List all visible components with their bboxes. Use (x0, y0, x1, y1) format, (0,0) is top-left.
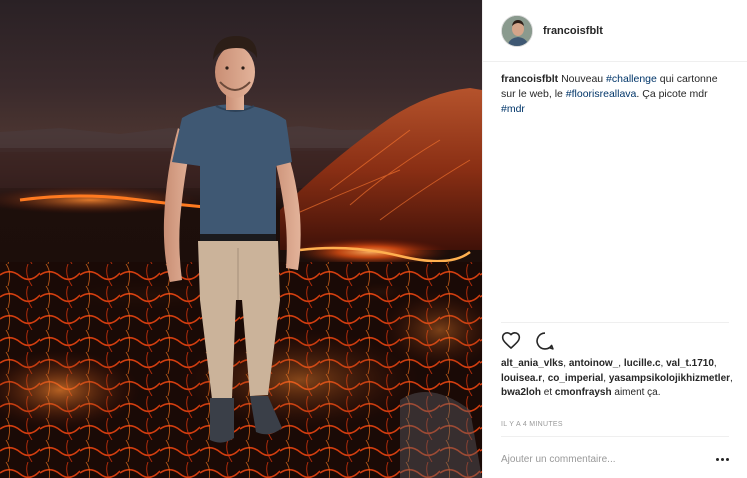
likes-suffix: aiment ça. (611, 387, 661, 398)
header-username[interactable]: francoisfblt (543, 25, 603, 37)
post-header: francoisfblt (483, 0, 747, 62)
hashtag-link[interactable]: #challenge (606, 73, 657, 85)
liker-name[interactable]: antoinow_ (569, 358, 618, 369)
post-actions (501, 331, 555, 351)
liker-name[interactable]: louisea.r (501, 373, 542, 384)
liker-name[interactable]: lucille.c (624, 358, 661, 369)
likes-list: alt_ania_vlks, antoinow_, lucille.c, val… (501, 357, 736, 401)
post-photo[interactable] (0, 0, 482, 478)
post-side-panel: francoisfblt francoisfblt Nouveau #chall… (482, 0, 747, 478)
dot (716, 457, 719, 461)
divider (501, 436, 729, 437)
heart-icon[interactable] (501, 331, 521, 351)
divider (501, 322, 729, 323)
hashtag-link[interactable]: #mdr (501, 103, 525, 115)
post-timestamp[interactable]: IL Y A 4 MINUTES (501, 421, 563, 428)
liker-name[interactable]: cmonfraysh (555, 387, 612, 398)
comment-input[interactable] (501, 453, 701, 465)
separator: , (713, 358, 717, 369)
conjunction: et (541, 387, 555, 398)
dot (726, 457, 729, 461)
lava-landscape-image (0, 36, 482, 478)
liker-name[interactable]: bwa2loh (501, 387, 541, 398)
liker-name[interactable]: yasampsikolojikhizmetler (609, 373, 730, 384)
more-options-icon[interactable] (716, 457, 729, 461)
caption-username[interactable]: francoisfblt (501, 73, 558, 85)
dot (721, 457, 724, 461)
comment-row (501, 450, 729, 468)
caption-text: . Ça picote mdr (636, 88, 708, 100)
comment-icon[interactable] (535, 331, 555, 351)
separator: , (730, 372, 733, 384)
hashtag-link[interactable]: #floorisreallava (566, 88, 637, 100)
liker-name[interactable]: alt_ania_vlks (501, 358, 563, 369)
caption-text: Nouveau (558, 73, 607, 85)
liker-name[interactable]: val_t.1710 (666, 358, 714, 369)
liker-name[interactable]: co_imperial (548, 373, 604, 384)
post-caption: francoisfblt Nouveau #challenge qui cart… (483, 62, 747, 117)
avatar-image (502, 15, 532, 46)
avatar[interactable] (501, 14, 533, 47)
